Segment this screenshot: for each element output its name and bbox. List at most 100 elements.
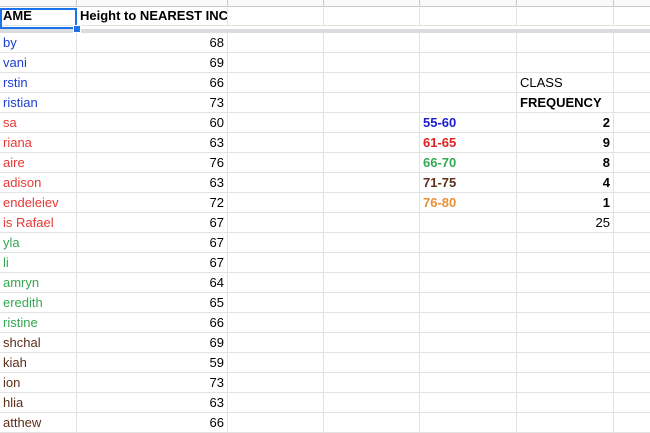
empty-cell[interactable]	[324, 373, 420, 393]
empty-cell[interactable]	[228, 273, 324, 293]
empty-cell[interactable]	[228, 253, 324, 273]
empty-cell[interactable]	[324, 53, 420, 73]
empty-cell[interactable]	[324, 413, 420, 433]
height-cell[interactable]: 68	[77, 33, 228, 53]
empty-cell[interactable]	[420, 393, 517, 413]
empty-cell[interactable]	[614, 193, 650, 213]
class-range-cell[interactable]: 55-60	[420, 113, 517, 133]
empty-cell[interactable]	[324, 93, 420, 113]
frequency-count-cell[interactable]: 1	[517, 193, 614, 213]
empty-cell[interactable]	[228, 413, 324, 433]
class-range-cell[interactable]: 76-80	[420, 193, 517, 213]
empty-cell[interactable]	[517, 373, 614, 393]
empty-cell[interactable]	[228, 73, 324, 93]
height-cell[interactable]: 67	[77, 253, 228, 273]
empty-cell[interactable]	[614, 293, 650, 313]
student-name-cell[interactable]: adison	[0, 173, 77, 193]
empty-cell[interactable]	[228, 293, 324, 313]
class-range-cell[interactable]: 71-75	[420, 173, 517, 193]
frequency-count-cell[interactable]: 8	[517, 153, 614, 173]
student-name-cell[interactable]: yla	[0, 233, 77, 253]
empty-cell[interactable]	[324, 253, 420, 273]
empty-cell[interactable]	[324, 173, 420, 193]
empty-cell[interactable]	[420, 33, 517, 53]
empty-cell[interactable]	[324, 113, 420, 133]
empty-cell[interactable]	[614, 173, 650, 193]
height-cell[interactable]: 73	[77, 373, 228, 393]
empty-cell[interactable]	[228, 373, 324, 393]
empty-cell[interactable]	[324, 353, 420, 373]
empty-cell[interactable]	[614, 133, 650, 153]
empty-cell[interactable]	[228, 113, 324, 133]
empty-cell[interactable]	[517, 313, 614, 333]
student-name-cell[interactable]: ristian	[0, 93, 77, 113]
student-name-cell[interactable]: amryn	[0, 273, 77, 293]
empty-cell[interactable]	[324, 333, 420, 353]
empty-cell[interactable]	[614, 273, 650, 293]
height-header-cell[interactable]: Height to NEAREST INCH	[77, 6, 228, 26]
height-cell[interactable]: 59	[77, 353, 228, 373]
empty-cell[interactable]	[324, 293, 420, 313]
student-name-cell[interactable]: riana	[0, 133, 77, 153]
frequency-count-cell[interactable]: 4	[517, 173, 614, 193]
empty-cell[interactable]	[228, 193, 324, 213]
empty-cell[interactable]	[517, 393, 614, 413]
empty-cell[interactable]	[517, 253, 614, 273]
height-cell[interactable]: 63	[77, 133, 228, 153]
height-cell[interactable]: 64	[77, 273, 228, 293]
empty-cell[interactable]	[228, 6, 324, 26]
empty-cell[interactable]	[420, 73, 517, 93]
student-name-cell[interactable]: eredith	[0, 293, 77, 313]
student-name-cell[interactable]: sa	[0, 113, 77, 133]
empty-cell[interactable]	[228, 153, 324, 173]
empty-cell[interactable]	[614, 233, 650, 253]
empty-cell[interactable]	[614, 153, 650, 173]
height-cell[interactable]: 60	[77, 113, 228, 133]
empty-cell[interactable]	[614, 393, 650, 413]
empty-cell[interactable]	[420, 313, 517, 333]
height-cell[interactable]: 67	[77, 233, 228, 253]
empty-cell[interactable]	[614, 313, 650, 333]
empty-cell[interactable]	[614, 33, 650, 53]
empty-cell[interactable]	[228, 353, 324, 373]
empty-cell[interactable]	[517, 353, 614, 373]
empty-cell[interactable]	[228, 213, 324, 233]
empty-cell[interactable]	[228, 233, 324, 253]
student-name-cell[interactable]: ristine	[0, 313, 77, 333]
empty-cell[interactable]	[420, 353, 517, 373]
empty-cell[interactable]	[420, 373, 517, 393]
empty-cell[interactable]	[517, 293, 614, 313]
empty-cell[interactable]	[420, 233, 517, 253]
empty-cell[interactable]	[614, 253, 650, 273]
empty-cell[interactable]	[228, 133, 324, 153]
empty-cell[interactable]	[614, 413, 650, 433]
empty-cell[interactable]	[324, 213, 420, 233]
height-cell[interactable]: 66	[77, 313, 228, 333]
class-range-cell[interactable]: 61-65	[420, 133, 517, 153]
empty-cell[interactable]	[228, 93, 324, 113]
student-name-cell[interactable]: hlia	[0, 393, 77, 413]
empty-cell[interactable]	[614, 93, 650, 113]
empty-cell[interactable]	[517, 333, 614, 353]
frequency-count-cell[interactable]: 9	[517, 133, 614, 153]
empty-cell[interactable]	[228, 333, 324, 353]
height-cell[interactable]: 66	[77, 413, 228, 433]
empty-cell[interactable]	[420, 253, 517, 273]
empty-cell[interactable]	[420, 293, 517, 313]
empty-cell[interactable]	[324, 193, 420, 213]
empty-cell[interactable]	[420, 6, 517, 26]
student-name-cell[interactable]: endeleiev	[0, 193, 77, 213]
empty-cell[interactable]	[614, 353, 650, 373]
empty-cell[interactable]	[517, 53, 614, 73]
empty-cell[interactable]	[324, 33, 420, 53]
frequency-count-cell[interactable]: 2	[517, 113, 614, 133]
empty-cell[interactable]	[324, 153, 420, 173]
height-cell[interactable]: 65	[77, 293, 228, 313]
empty-cell[interactable]	[228, 33, 324, 53]
empty-cell[interactable]	[614, 213, 650, 233]
empty-cell[interactable]	[517, 273, 614, 293]
empty-cell[interactable]	[420, 53, 517, 73]
height-cell[interactable]: 66	[77, 73, 228, 93]
empty-cell[interactable]	[614, 73, 650, 93]
height-cell[interactable]: 63	[77, 173, 228, 193]
